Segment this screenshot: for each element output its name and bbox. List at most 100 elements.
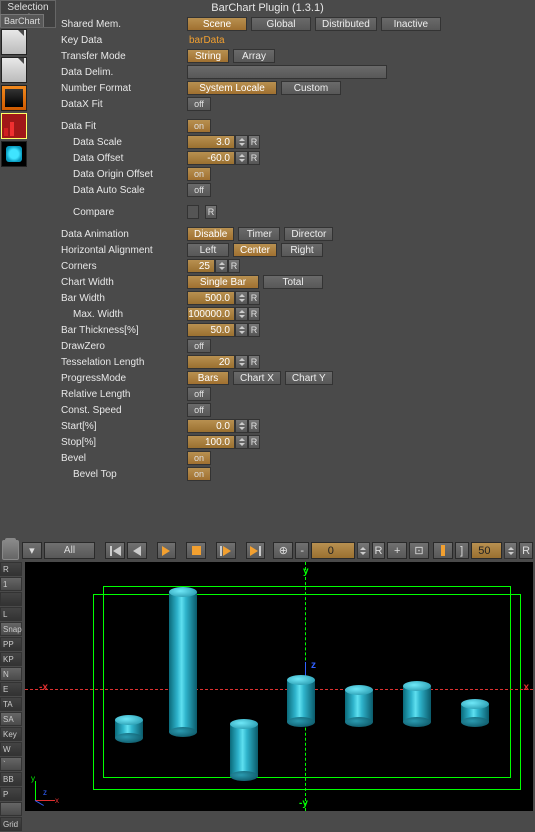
- tess-length-reset[interactable]: R: [248, 355, 260, 369]
- file-icon-2[interactable]: [1, 57, 27, 83]
- end-bracket[interactable]: ]: [455, 542, 469, 559]
- marker-icon[interactable]: [433, 542, 453, 559]
- data-offset-reset[interactable]: R: [248, 151, 260, 165]
- side-btn-Snap[interactable]: Snap: [0, 622, 22, 636]
- side-btn-BB[interactable]: BB: [0, 772, 22, 786]
- bar-width-spinner[interactable]: [235, 291, 248, 305]
- bar-thickness-spinner[interactable]: [235, 323, 248, 337]
- cwidth-total[interactable]: Total: [263, 275, 323, 289]
- corners-reset[interactable]: R: [228, 259, 240, 273]
- bar-width-value[interactable]: 500.0: [187, 291, 235, 305]
- key-icon[interactable]: ⊕: [273, 542, 293, 559]
- data-offset-spinner[interactable]: [235, 151, 248, 165]
- anim-disable[interactable]: Disable: [187, 227, 234, 241]
- side-btn-blank-16[interactable]: [0, 802, 22, 816]
- frame-reset[interactable]: R: [372, 542, 386, 559]
- side-btn-W[interactable]: W: [0, 742, 22, 756]
- frame-value[interactable]: 0: [311, 542, 355, 559]
- lock-icon[interactable]: ⊡: [409, 542, 429, 559]
- tab-barchart[interactable]: BarChart: [0, 14, 44, 27]
- prog-bars[interactable]: Bars: [187, 371, 229, 385]
- data-origin-offset-toggle[interactable]: on: [187, 167, 211, 181]
- bevel-top-toggle[interactable]: on: [187, 467, 211, 481]
- compare-slot[interactable]: [187, 205, 199, 219]
- side-btn-blank-2[interactable]: [0, 592, 22, 606]
- corners-value[interactable]: 25: [187, 259, 215, 273]
- side-btn-Grid[interactable]: Grid: [0, 817, 22, 831]
- start-value[interactable]: 0.0: [187, 419, 235, 433]
- data-scale-value[interactable]: 3.0: [187, 135, 235, 149]
- scope-global[interactable]: Global: [251, 17, 311, 31]
- max-width-reset[interactable]: R: [248, 307, 260, 321]
- file-icon[interactable]: [1, 29, 27, 55]
- plus-button[interactable]: +: [387, 542, 407, 559]
- tess-length-value[interactable]: 20: [187, 355, 235, 369]
- anim-director[interactable]: Director: [284, 227, 333, 241]
- timeline-all[interactable]: All: [44, 542, 95, 559]
- end-reset[interactable]: R: [519, 542, 533, 559]
- transfer-array[interactable]: Array: [233, 49, 275, 63]
- end-spinner[interactable]: [504, 542, 517, 559]
- side-btn-SA[interactable]: SA: [0, 712, 22, 726]
- scope-distributed[interactable]: Distributed: [315, 17, 377, 31]
- start-reset[interactable]: R: [248, 419, 260, 433]
- side-btn-N[interactable]: N: [0, 667, 22, 681]
- datax-fit-toggle[interactable]: off: [187, 97, 211, 111]
- stop-icon[interactable]: [186, 542, 206, 559]
- prog-chartx[interactable]: Chart X: [233, 371, 281, 385]
- align-center[interactable]: Center: [233, 243, 277, 257]
- numfmt-system[interactable]: System Locale: [187, 81, 277, 95]
- const-speed-toggle[interactable]: off: [187, 403, 211, 417]
- stop-reset[interactable]: R: [248, 435, 260, 449]
- side-btn-L[interactable]: L: [0, 607, 22, 621]
- side-btn-`[interactable]: `: [0, 757, 22, 771]
- scope-scene[interactable]: Scene: [187, 17, 247, 31]
- compare-reset[interactable]: R: [205, 205, 217, 219]
- rel-length-toggle[interactable]: off: [187, 387, 211, 401]
- side-btn-1[interactable]: 1: [0, 577, 22, 591]
- cwidth-single[interactable]: Single Bar: [187, 275, 259, 289]
- scope-inactive[interactable]: Inactive: [381, 17, 441, 31]
- side-btn-PP[interactable]: PP: [0, 637, 22, 651]
- start-spinner[interactable]: [235, 419, 248, 433]
- corners-spinner[interactable]: [215, 259, 228, 273]
- key-data-value[interactable]: barData: [187, 35, 225, 46]
- prog-charty[interactable]: Chart Y: [285, 371, 333, 385]
- frame-spinner[interactable]: [357, 542, 370, 559]
- minus-button[interactable]: -: [295, 542, 309, 559]
- data-auto-scale-toggle[interactable]: off: [187, 183, 211, 197]
- data-fit-toggle[interactable]: on: [187, 119, 211, 133]
- max-width-value[interactable]: 100000.0: [187, 307, 235, 321]
- data-scale-reset[interactable]: R: [248, 135, 260, 149]
- bar-width-reset[interactable]: R: [248, 291, 260, 305]
- side-btn-E[interactable]: E: [0, 682, 22, 696]
- viewport-3d[interactable]: y -y x -x z y x z: [25, 562, 533, 811]
- data-scale-spinner[interactable]: [235, 135, 248, 149]
- go-start-icon[interactable]: [105, 542, 125, 559]
- align-left[interactable]: Left: [187, 243, 229, 257]
- step-fwd-icon[interactable]: [216, 542, 236, 559]
- go-end-icon[interactable]: [246, 542, 266, 559]
- bevel-toggle[interactable]: on: [187, 451, 211, 465]
- data-delim-input[interactable]: [187, 65, 387, 79]
- tess-length-spinner[interactable]: [235, 355, 248, 369]
- bar-thickness-reset[interactable]: R: [248, 323, 260, 337]
- gradient-icon[interactable]: [1, 85, 27, 111]
- data-offset-value[interactable]: -60.0: [187, 151, 235, 165]
- side-btn-Key[interactable]: Key: [0, 727, 22, 741]
- play-icon[interactable]: [157, 542, 177, 559]
- side-btn-TA[interactable]: TA: [0, 697, 22, 711]
- side-btn-R[interactable]: R: [0, 562, 22, 576]
- barchart-icon[interactable]: [1, 113, 27, 139]
- align-right[interactable]: Right: [281, 243, 323, 257]
- max-width-spinner[interactable]: [235, 307, 248, 321]
- numfmt-custom[interactable]: Custom: [281, 81, 341, 95]
- stop-spinner[interactable]: [235, 435, 248, 449]
- end-frame-value[interactable]: 50: [471, 542, 503, 559]
- octagon-icon[interactable]: [1, 141, 27, 167]
- anim-timer[interactable]: Timer: [238, 227, 280, 241]
- stop-value[interactable]: 100.0: [187, 435, 235, 449]
- transfer-string[interactable]: String: [187, 49, 229, 63]
- side-btn-KP[interactable]: KP: [0, 652, 22, 666]
- step-back-icon[interactable]: [127, 542, 147, 559]
